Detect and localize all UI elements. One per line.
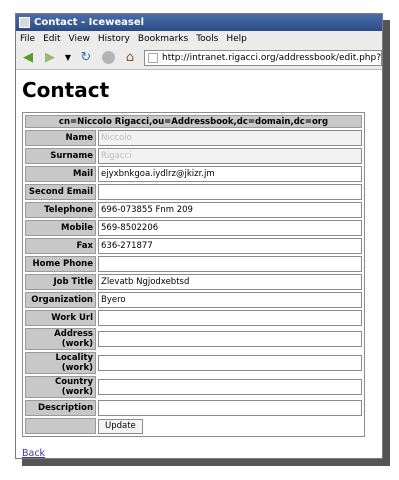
field-cell [98,310,362,326]
forward-arrow-icon[interactable]: ▶ [42,50,58,66]
field-label: Description [25,400,96,416]
form-row: Surname Rigacci [25,148,362,164]
page-content: Contact cn=Niccolo Rigacci,ou=Addressboo… [16,70,382,460]
field-label: Job Title [25,274,96,290]
text-input[interactable] [98,184,362,200]
field-label: Second Email [25,184,96,200]
text-input[interactable]: Rigacci [98,148,362,164]
form-row: Name Niccolo [25,130,362,146]
form-row: Telephone 696-073855 Fnm 209 [25,202,362,218]
back-arrow-icon[interactable]: ◀ [20,50,36,66]
form-row: Second Email [25,184,362,200]
field-cell: Byero [98,292,362,308]
field-cell: Niccolo [98,130,362,146]
field-label: Work Url [25,310,96,326]
text-input[interactable]: ejyxbnkgoa.iydlrz@jkizr.jm [98,166,362,182]
browser-logo-icon [19,17,30,28]
title-bar: Contact - Iceweasel [16,14,382,31]
form-row: Country (work) [25,376,362,398]
text-input[interactable] [98,355,362,371]
field-label: Country (work) [25,376,96,398]
field-label: Mail [25,166,96,182]
form-row: Work Url [25,310,362,326]
field-cell [98,376,362,398]
dn-header: cn=Niccolo Rigacci,ou=Addressbook,dc=dom… [25,115,362,128]
field-label: Organization [25,292,96,308]
text-input[interactable] [98,256,362,272]
form-row: Description [25,400,362,416]
url-text: http://intranet.rigacci.org/addressbook/… [162,52,382,63]
form-row: Mail ejyxbnkgoa.iydlrz@jkizr.jm [25,166,362,182]
text-input[interactable]: Byero [98,292,362,308]
submit-cell: Update [98,418,362,434]
form-row: Home Phone [25,256,362,272]
menu-bookmarks[interactable]: Bookmarks [138,34,188,44]
text-input[interactable] [98,379,362,395]
form-row: Job Title Zlevatb Ngjodxebtsd [25,274,362,290]
text-input[interactable]: Niccolo [98,130,362,146]
contact-form: cn=Niccolo Rigacci,ou=Addressbook,dc=dom… [22,112,365,437]
field-cell: Zlevatb Ngjodxebtsd [98,274,362,290]
menu-file[interactable]: File [20,34,35,44]
field-label: Address (work) [25,328,96,350]
field-cell: 636-271877 [98,238,362,254]
field-cell [98,352,362,374]
field-cell [98,400,362,416]
field-label: Surname [25,148,96,164]
page-title: Contact [22,78,110,102]
text-input[interactable] [98,400,362,416]
browser-window: Contact - Iceweasel File Edit View Histo… [15,13,383,459]
menu-tools[interactable]: Tools [196,34,218,44]
stop-button[interactable] [100,50,116,66]
field-cell: 696-073855 Fnm 209 [98,202,362,218]
field-label: Name [25,130,96,146]
field-cell: ejyxbnkgoa.iydlrz@jkizr.jm [98,166,362,182]
text-input[interactable]: 636-271877 [98,238,362,254]
text-input[interactable] [98,331,362,347]
field-label: Home Phone [25,256,96,272]
stop-icon [101,51,115,64]
field-cell [98,256,362,272]
field-cell [98,184,362,200]
chevron-down-icon[interactable]: ▼ [64,50,72,66]
field-label: Locality (work) [25,352,96,374]
menu-bar: File Edit View History Bookmarks Tools H… [16,31,382,46]
update-button[interactable]: Update [98,418,143,434]
field-cell: 569-8502206 [98,220,362,236]
form-row: Fax 636-271877 [25,238,362,254]
text-input[interactable]: 696-073855 Fnm 209 [98,202,362,218]
url-bar[interactable]: http://intranet.rigacci.org/addressbook/… [144,49,382,66]
menu-help[interactable]: Help [226,34,247,44]
form-row: Mobile 569-8502206 [25,220,362,236]
text-input[interactable]: Zlevatb Ngjodxebtsd [98,274,362,290]
field-cell: Rigacci [98,148,362,164]
window-title: Contact - Iceweasel [34,17,145,28]
nav-toolbar: ◀ ▶ ▼ ↻ ⌂ http://intranet.rigacci.org/ad… [16,46,382,70]
home-icon[interactable]: ⌂ [122,50,138,66]
field-label: Telephone [25,202,96,218]
field-cell [98,328,362,350]
site-identity-icon [148,52,158,63]
menu-view[interactable]: View [69,34,90,44]
back-link[interactable]: Back [22,448,45,459]
form-footer-cell [25,418,96,434]
text-input[interactable] [98,310,362,326]
form-row: Organization Byero [25,292,362,308]
menu-edit[interactable]: Edit [43,34,60,44]
form-row: Locality (work) [25,352,362,374]
field-label: Fax [25,238,96,254]
reload-icon[interactable]: ↻ [78,50,94,66]
menu-history[interactable]: History [98,34,130,44]
form-row: Address (work) [25,328,362,350]
text-input[interactable]: 569-8502206 [98,220,362,236]
field-label: Mobile [25,220,96,236]
